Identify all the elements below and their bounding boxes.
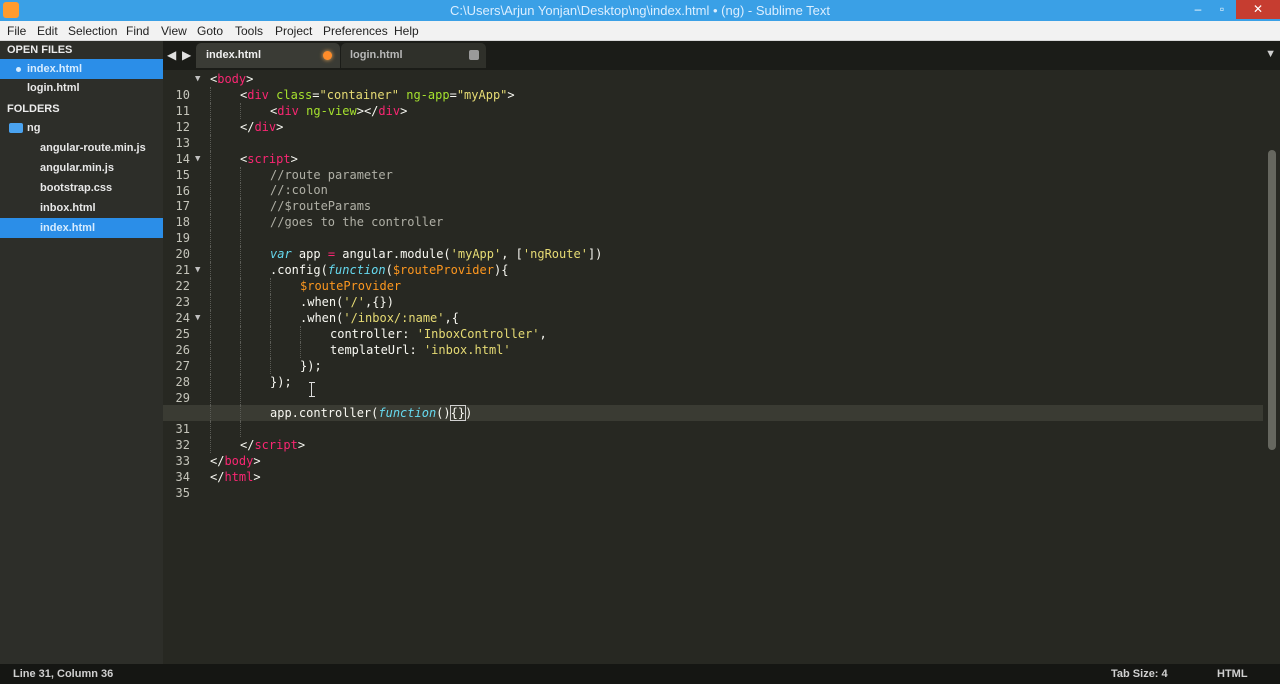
unsaved-dot-icon[interactable] [323,51,332,60]
maximize-button[interactable]: ▫ [1208,0,1236,19]
cursor-position: Line 31, Column 36 [13,668,114,680]
menu-preferences[interactable]: Preferences [323,24,388,38]
code-line: 20 [163,230,1263,261]
vertical-scrollbar[interactable] [1265,70,1280,664]
text-cursor-icon [309,382,315,398]
code-line: 17 //:colon [163,182,1263,213]
tab-label: login.html [350,49,403,61]
close-button[interactable]: ✕ [1236,0,1280,19]
code-line: 25 ▼ .when('/inbox/:name',{ [163,309,1263,341]
open-file-login-html[interactable]: login.html [0,78,163,98]
line-number: 35 [175,486,190,501]
folders-header: FOLDERS [7,103,60,115]
code-line: 12 <div ng-view></div> [163,102,1263,134]
code-line: 14 [163,134,1263,166]
file-label: bootstrap.css [40,182,113,194]
fold-arrow-icon[interactable]: ▼ [195,71,200,87]
menu-view[interactable]: View [161,24,187,38]
code-line: 18 //$routeParams [163,198,1263,229]
title-bar: C:\Users\Arjun Yonjan\Desktop\ng\index.h… [0,0,1280,21]
file-bootstrap[interactable]: bootstrap.css [0,178,163,198]
menu-file[interactable]: File [7,24,26,38]
tab-bar: ◀ ▶ index.html login.html ▼ [163,41,1280,70]
open-files-header: OPEN FILES [7,44,73,56]
code-line: 19 //goes to the controller [163,214,1263,245]
code-line: 10 ▼ <body> [163,71,1263,102]
code-line: 32 [163,421,1263,452]
unsaved-dot-icon [16,67,21,72]
file-label: angular.min.js [40,162,114,174]
sidebar: OPEN FILES index.html login.html FOLDERS… [0,41,163,664]
syntax-indicator[interactable]: HTML [1217,668,1248,680]
code-line: 13 </div> [163,118,1263,150]
menu-edit[interactable]: Edit [37,24,58,38]
code-area[interactable]: 10 ▼ <body> 11 <div class="container" ng-… [163,71,1263,500]
file-label: index.html [40,222,96,234]
tab-size-indicator[interactable]: Tab Size: 4 [1111,668,1168,680]
code-line: 15 ▼ <script> [163,150,1263,182]
tab-menu-icon[interactable]: ▼ [1265,48,1276,60]
tab-index-html[interactable]: index.html [196,43,340,68]
back-arrow-icon[interactable]: ◀ [167,48,176,62]
folder-ng[interactable]: ng [0,118,163,138]
close-tab-icon[interactable] [469,50,479,60]
tab-label: index.html [206,49,262,61]
menu-tools[interactable]: Tools [235,24,263,38]
forward-arrow-icon[interactable]: ▶ [182,48,191,62]
menu-goto[interactable]: Goto [197,24,223,38]
current-code-line: 31 app.controller(function(){}) [163,405,1263,436]
code-line: 34 </body> [163,453,1263,484]
file-angular[interactable]: angular.min.js [0,158,163,178]
code-line: 29 }); [163,373,1263,405]
code-editor[interactable]: 10 ▼ <body> 11 <div class="container" ng-… [163,70,1280,664]
open-file-label: login.html [27,82,80,94]
menu-bar: File Edit Selection Find View Goto Tools… [0,21,1280,41]
tab-login-html[interactable]: login.html [341,43,486,68]
fold-arrow-icon[interactable]: ▼ [195,262,200,278]
menu-project[interactable]: Project [275,24,312,38]
menu-selection[interactable]: Selection [68,24,117,38]
open-file-label: index.html [27,63,83,75]
window-title: C:\Users\Arjun Yonjan\Desktop\ng\index.h… [449,3,831,18]
file-label: inbox.html [40,202,96,214]
code-line: 30 [163,389,1263,420]
menu-help[interactable]: Help [394,24,419,38]
folder-icon [9,123,23,133]
code-line: 35 </html> [163,469,1263,500]
file-inbox[interactable]: inbox.html [0,198,163,218]
code-line: 28 }); [163,357,1263,389]
scrollbar-thumb[interactable] [1268,150,1276,450]
code-line: 27 templateUrl: 'inbox.html' [163,341,1263,373]
open-file-index-html[interactable]: index.html [0,59,163,79]
menu-find[interactable]: Find [126,24,149,38]
folder-label: ng [27,122,41,134]
file-label: angular-route.min.js [40,142,146,154]
code-line: 23 $routeProvider [163,277,1263,309]
code-line: 24 .when('/',{}) [163,293,1263,325]
file-angular-route[interactable]: angular-route.min.js [0,138,163,158]
code-line: 22 ▼ .config(function($routeProvider){ [163,262,1263,293]
code-line: 26 controller: 'InboxController', [163,325,1263,357]
status-bar: Line 31, Column 36 Tab Size: 4 HTML [0,664,1280,684]
code-line: 21 var app = angular.module('myApp', ['n… [163,246,1263,277]
fold-arrow-icon[interactable]: ▼ [195,310,200,326]
fold-arrow-icon[interactable]: ▼ [195,151,200,167]
code-line: 16 //route parameter [163,166,1263,198]
code-line: 11 <div class="container" ng-app="myApp"… [163,86,1263,118]
code-line: 33 </script> [163,437,1263,468]
file-index[interactable]: index.html [0,218,163,238]
